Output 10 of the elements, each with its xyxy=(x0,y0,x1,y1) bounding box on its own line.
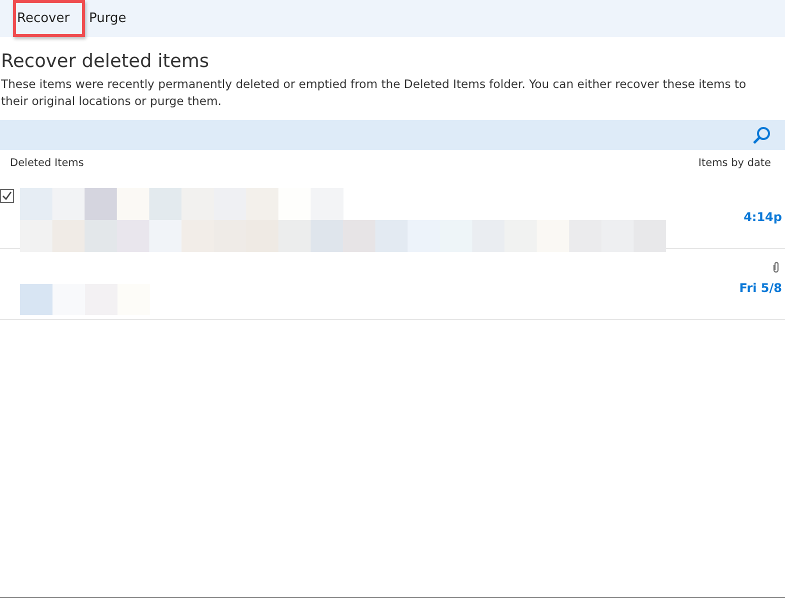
folder-label: Deleted Items xyxy=(10,157,84,171)
item-date: Fri 5/8 xyxy=(739,281,782,295)
description-text: These items were recently permanently deleted or emptied from the Deleted Items folder. You can either recover these items to their original locations or purge them. xyxy=(1,76,748,110)
sort-label[interactable]: Items by date xyxy=(698,157,771,178)
recover-button[interactable]: Recover xyxy=(13,0,85,37)
purge-button[interactable]: Purge xyxy=(85,0,132,37)
item-date: 4:14p xyxy=(744,210,782,224)
page-title: Recover deleted items xyxy=(1,51,210,72)
checkbox[interactable] xyxy=(0,189,14,203)
search-icon[interactable] xyxy=(752,126,771,144)
